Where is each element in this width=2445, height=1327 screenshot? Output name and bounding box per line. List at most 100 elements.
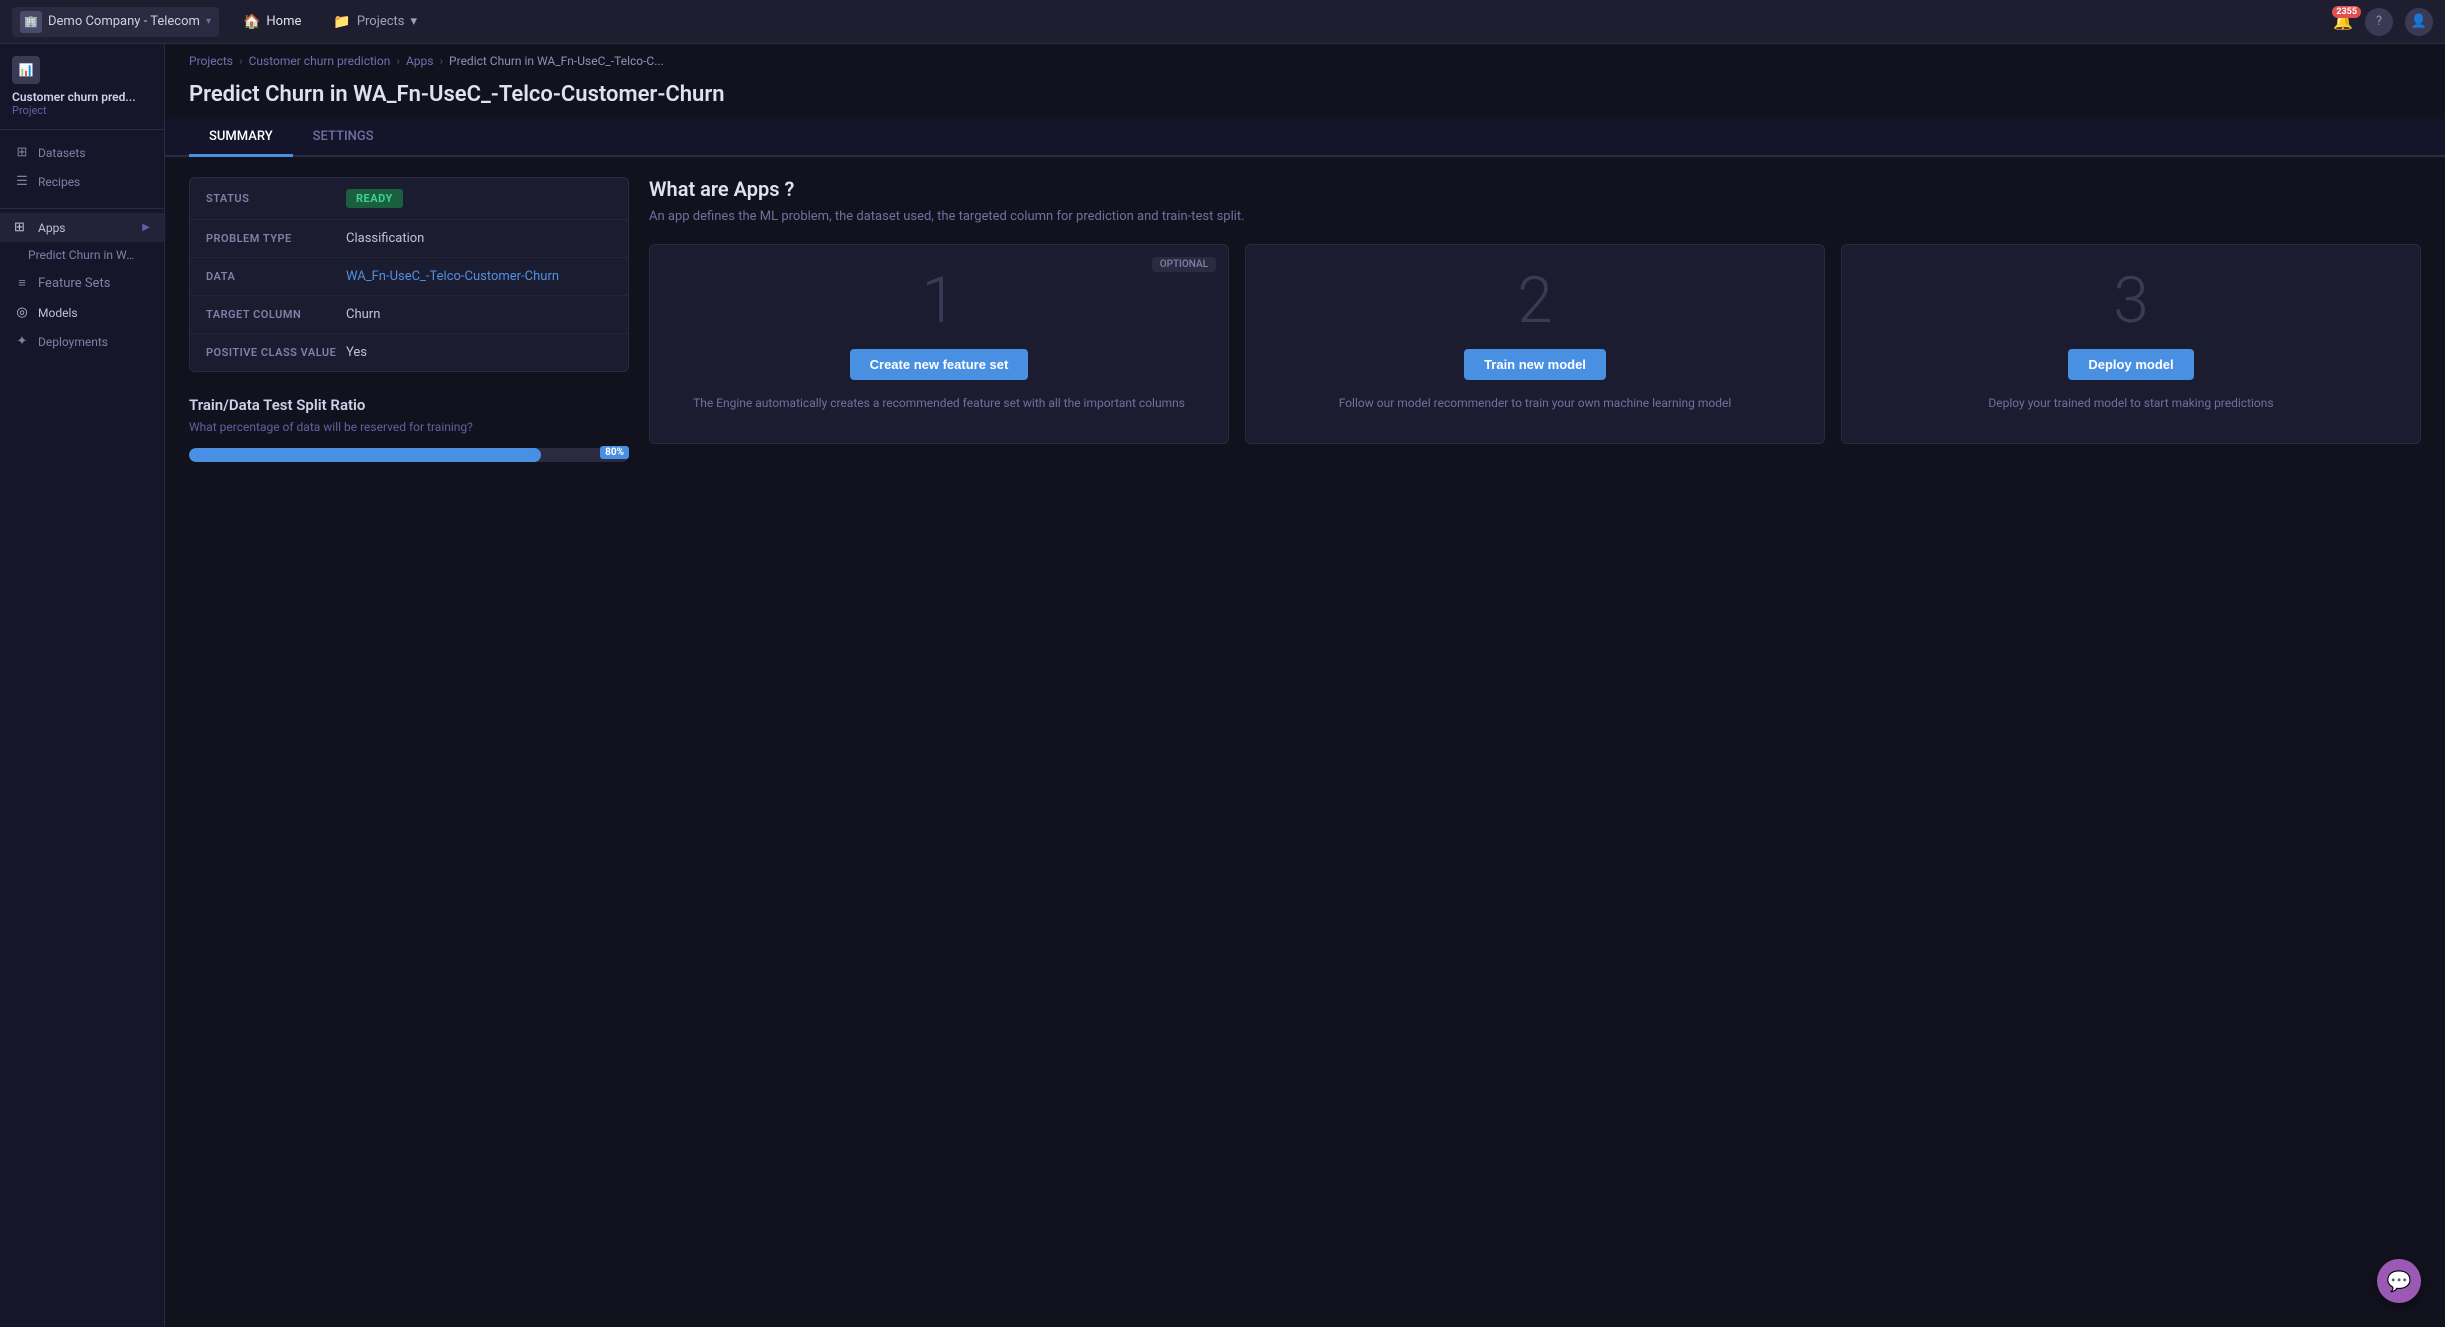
summary-panel: STATUS READY PROBLEM TYPE Classification… [189,177,629,1307]
positive-class-label: POSITIVE CLASS VALUE [206,346,346,359]
chat-icon: 💬 [2387,1269,2412,1293]
breadcrumb-current: Predict Churn in WA_Fn-UseC_-Telco-C... [449,54,664,68]
step-3-number: 3 [2113,269,2149,333]
tab-settings-label: SETTINGS [313,129,374,144]
help-button[interactable]: ? [2365,8,2393,36]
deployments-label: Deployments [38,335,108,349]
tab-summary[interactable]: SUMMARY [189,119,293,157]
app-subitem-label: Predict Churn in WA_Fn-UseC... [28,248,138,262]
split-subtitle: What percentage of data will be reserved… [189,420,629,434]
summary-row-problem-type: PROBLEM TYPE Classification [190,220,628,258]
content-body: STATUS READY PROBLEM TYPE Classification… [165,157,2445,1327]
create-feature-set-button[interactable]: Create new feature set [850,349,1029,380]
breadcrumb-sep-1: › [239,54,243,68]
page-title: Predict Churn in WA_Fn-UseC_-Telco-Custo… [189,82,2421,107]
company-selector[interactable]: 🏢 Demo Company - Telecom ▾ [12,7,219,37]
positive-class-value: Yes [346,345,612,360]
datasets-label: Datasets [38,146,86,160]
progress-track [189,448,629,462]
top-navigation: 🏢 Demo Company - Telecom ▾ 🏠 Home 📁 Proj… [0,0,2445,44]
step-card-feature-set: OPTIONAL 1 Create new feature set The En… [649,244,1229,444]
folder-icon: 📁 [333,14,350,30]
optional-badge: OPTIONAL [1152,257,1216,272]
feature-sets-icon: ≡ [14,275,30,291]
step-1-number: 1 [921,269,957,333]
company-name: Demo Company - Telecom [48,14,200,29]
chat-bubble-button[interactable]: 💬 [2377,1259,2421,1303]
deploy-model-button[interactable]: Deploy model [2068,349,2193,380]
sidebar-item-deployments[interactable]: ✦ Deployments [0,327,164,356]
problem-type-value: Classification [346,231,612,246]
split-title: Train/Data Test Split Ratio [189,396,629,414]
progress-label: 80% [600,446,629,459]
apps-info-subtitle: An app defines the ML problem, the datas… [649,209,2421,224]
split-section: Train/Data Test Split Ratio What percent… [189,396,629,470]
sidebar-item-recipes[interactable]: ☰ Recipes [0,167,164,196]
user-avatar[interactable]: 👤 [2405,8,2433,36]
notification-badge: 2355 [2332,6,2361,18]
chevron-down-icon: ▾ [206,16,211,27]
nav-home[interactable]: 🏠 Home [235,10,309,34]
recipes-label: Recipes [38,175,80,189]
models-label: Models [38,306,78,320]
company-icon: 🏢 [20,11,42,33]
problem-type-label: PROBLEM TYPE [206,232,346,245]
apps-info-title: What are Apps ? [649,177,2421,201]
sidebar-main-section: ⊞ Datasets ☰ Recipes [0,130,164,204]
sidebar-app-subitem[interactable]: Predict Churn in WA_Fn-UseC... [0,242,164,268]
progress-fill [189,448,541,462]
tab-summary-label: SUMMARY [209,129,273,144]
apps-label: Apps [38,221,66,235]
page-header: Predict Churn in WA_Fn-UseC_-Telco-Custo… [165,78,2445,119]
notification-button[interactable]: 🔔 2355 [2333,12,2353,31]
step-cards-row: OPTIONAL 1 Create new feature set The En… [649,244,2421,444]
status-badge: READY [346,189,403,208]
step-card-train-model: 2 Train new model Follow our model recom… [1245,244,1825,444]
apps-info-panel: What are Apps ? An app defines the ML pr… [649,177,2421,1307]
content-area: Projects › Customer churn prediction › A… [165,44,2445,1327]
project-name: Customer churn pred... [12,90,152,104]
breadcrumb-sep-3: › [439,54,443,68]
project-icon: 📊 [12,56,40,84]
recipes-icon: ☰ [14,174,30,189]
summary-row-status: STATUS READY [190,178,628,220]
breadcrumb-projects[interactable]: Projects [189,54,233,68]
breadcrumb-customer-churn[interactable]: Customer churn prediction [249,54,391,68]
sidebar-item-models[interactable]: ◎ Models [0,298,164,327]
datasets-icon: ⊞ [14,145,30,160]
summary-row-data: DATA WA_Fn-UseC_-Telco-Customer-Churn [190,258,628,296]
summary-row-target: TARGET COLUMN Churn [190,296,628,334]
home-icon: 🏠 [243,14,260,30]
progress-container: 80% [189,448,629,470]
data-label: DATA [206,270,346,283]
breadcrumb-sep-2: › [396,54,400,68]
step-card-deploy-model: 3 Deploy model Deploy your trained model… [1841,244,2421,444]
breadcrumb: Projects › Customer churn prediction › A… [165,44,2445,78]
target-column-label: TARGET COLUMN [206,308,346,321]
sidebar-item-datasets[interactable]: ⊞ Datasets [0,138,164,167]
sidebar-divider [0,208,164,209]
data-value[interactable]: WA_Fn-UseC_-Telco-Customer-Churn [346,269,612,284]
summary-table: STATUS READY PROBLEM TYPE Classification… [189,177,629,372]
project-type: Project [12,104,152,117]
step-2-description: Follow our model recommender to train yo… [1339,394,1732,412]
main-layout: 📊 Customer churn pred... Project ⊞ Datas… [0,44,2445,1327]
step-3-description: Deploy your trained model to start makin… [1988,394,2273,412]
sidebar-apps-section[interactable]: ⊞ Apps ▶ [0,213,164,242]
nav-projects[interactable]: 📁 Projects ▾ [325,10,425,34]
sidebar-item-feature-sets[interactable]: ≡ Feature Sets [0,268,164,298]
apps-icon: ⊞ [14,220,30,235]
sidebar-project: 📊 Customer churn pred... Project [0,44,164,130]
nav-right-section: 🔔 2355 ? 👤 [2333,8,2433,36]
status-label: STATUS [206,192,346,205]
models-icon: ◎ [14,305,30,320]
tab-settings[interactable]: SETTINGS [293,119,394,157]
tabs-container: SUMMARY SETTINGS [165,119,2445,157]
feature-sets-label: Feature Sets [38,276,110,291]
projects-chevron-icon: ▾ [411,14,418,29]
breadcrumb-apps[interactable]: Apps [406,54,434,68]
nav-projects-label: Projects [357,14,405,29]
step-2-number: 2 [1517,269,1553,333]
train-model-button[interactable]: Train new model [1464,349,1606,380]
deployments-icon: ✦ [14,334,30,349]
